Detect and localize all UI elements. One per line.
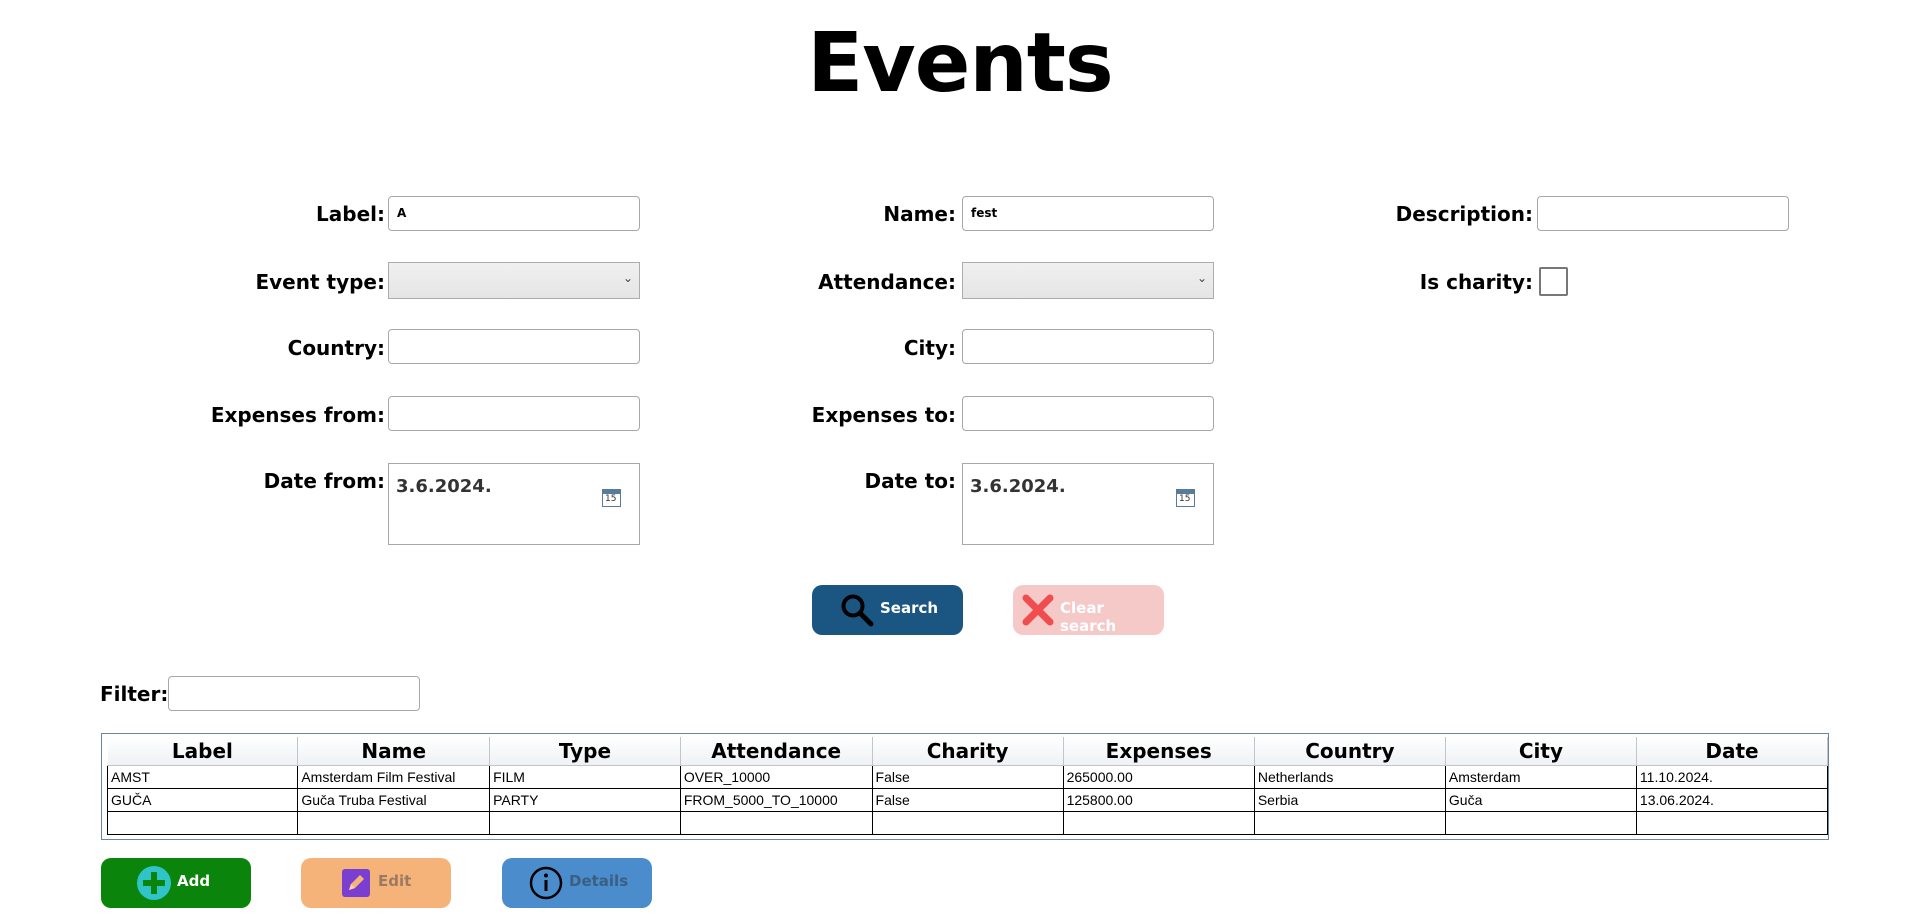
table-cell [1635,811,1829,835]
expenses-to-field-label: Expenses to: [811,403,956,427]
search-button-label: Search [880,599,939,617]
column-header[interactable]: Country [1254,737,1446,766]
is-charity-field-label: Is charity: [1419,270,1533,294]
table-cell [871,811,1064,835]
description-input[interactable] [1537,196,1789,231]
expenses-from-field-label: Expenses from: [210,403,385,427]
label-field-label: Label: [316,202,385,226]
country-field-label: Country: [287,336,385,360]
column-header[interactable]: Label [107,737,299,766]
table-cell [1253,811,1446,835]
table-cell: FROM_5000_TO_10000 [679,788,873,812]
pencil-icon [342,869,370,897]
info-icon [529,866,563,900]
table-cell: AMST [106,765,299,789]
table-row[interactable]: GUČA Guča Truba Festival PARTY FROM_5000_TO… [106,788,1829,812]
table-cell: Serbia [1253,788,1446,812]
table-cell [489,811,681,835]
is-charity-checkbox[interactable] [1539,267,1568,296]
page-title: Events [807,16,1113,111]
plus-circle-icon [137,866,171,900]
calendar-icon[interactable]: 15 [602,489,621,507]
date-from-field-label: Date from: [263,469,385,493]
expenses-from-input[interactable] [388,396,640,431]
table-cell: 265000.00 [1062,765,1255,789]
table-cell: OVER_10000 [679,765,873,789]
label-input[interactable]: A [388,196,640,231]
table-cell: Netherlands [1253,765,1446,789]
add-button[interactable]: Add [101,858,251,908]
event-type-select[interactable]: ⌄ [388,262,640,299]
table-cell [1062,811,1255,835]
city-field-label: City: [903,336,956,360]
table-cell: False [871,788,1064,812]
event-type-field-label: Event type: [255,270,385,294]
table-cell [1444,811,1637,835]
clear-search-button-label: Clear search [1060,599,1117,635]
edit-button-label: Edit [378,872,412,890]
table-row[interactable] [106,811,1829,835]
date-to-value: 3.6.2024. [970,476,1066,497]
filter-input[interactable] [168,676,420,711]
table-cell: 13.06.2024. [1635,788,1829,812]
chevron-down-icon: ⌄ [1196,271,1207,285]
table-cell: Guča Truba Festival [297,788,491,812]
description-field-label: Description: [1395,202,1533,226]
date-from-picker[interactable]: 3.6.2024. 15 [388,463,640,545]
details-button-label: Details [569,872,629,890]
details-button[interactable]: Details [502,858,652,908]
date-to-picker[interactable]: 3.6.2024. 15 [962,463,1214,545]
column-header[interactable]: Attendance [680,737,873,766]
attendance-select[interactable]: ⌄ [962,262,1214,299]
table-cell: GUČA [106,788,299,812]
column-header[interactable]: Date [1636,737,1829,766]
date-to-field-label: Date to: [864,469,956,493]
column-header[interactable]: City [1445,737,1637,766]
name-field-label: Name: [883,202,956,226]
city-input[interactable] [962,329,1214,364]
table-cell [297,811,491,835]
calendar-icon[interactable]: 15 [1176,489,1195,507]
name-input[interactable]: fest [962,196,1214,231]
close-icon [1022,594,1054,626]
table-cell: FILM [489,765,681,789]
expenses-to-input[interactable] [962,396,1214,431]
table-cell [679,811,873,835]
events-table[interactable]: Label Name Type Attendance Charity Expenses Co… [101,733,1829,840]
table-cell: PARTY [489,788,681,812]
table-cell [106,811,299,835]
clear-search-button[interactable]: Clear search [1013,585,1164,635]
table-cell: Amsterdam [1444,765,1637,789]
column-header[interactable]: Charity [872,737,1064,766]
column-header[interactable]: Type [489,737,681,766]
table-cell: 125800.00 [1062,788,1255,812]
table-cell: False [871,765,1064,789]
edit-button[interactable]: Edit [301,858,451,908]
column-header[interactable]: Name [297,737,491,766]
search-icon [841,594,874,627]
add-button-label: Add [177,872,211,890]
date-from-value: 3.6.2024. [396,476,492,497]
table-cell: Guča [1444,788,1637,812]
table-cell: Amsterdam Film Festival [297,765,491,789]
attendance-field-label: Attendance: [818,270,956,294]
filter-field-label: Filter: [100,682,169,706]
country-input[interactable] [388,329,640,364]
table-cell: 11.10.2024. [1635,765,1829,789]
column-header[interactable]: Expenses [1063,737,1255,766]
table-row[interactable]: AMST Amsterdam Film Festival FILM OVER_1000… [106,765,1829,789]
search-button[interactable]: Search [812,585,963,635]
chevron-down-icon: ⌄ [622,271,633,285]
